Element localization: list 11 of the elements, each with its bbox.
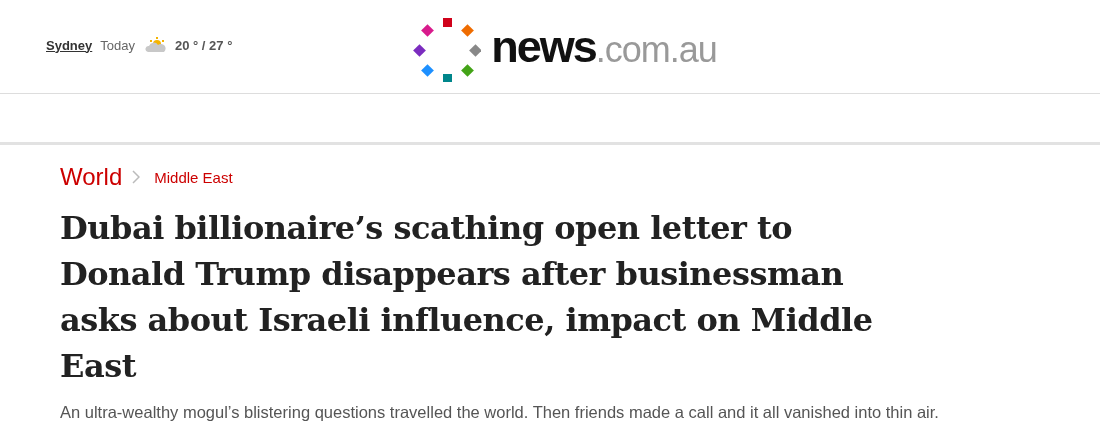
site-logo[interactable]: news.com.au bbox=[413, 11, 717, 82]
standfirst: An ultra-wealthy mogul’s blistering questions travelled the world. Then friends made a call and it all vanished into thin air. bbox=[60, 402, 940, 423]
breadcrumb-link[interactable]: Middle East bbox=[154, 168, 233, 186]
breadcrumb-link[interactable]: World bbox=[60, 163, 123, 191]
partly-cloudy-icon bbox=[144, 37, 167, 53]
headline: Dubai billionaire’s scathing open letter to Donald Trump disappears after businessman asks about Israeli influence, impact on Middle East bbox=[60, 208, 874, 387]
day-label: Today bbox=[100, 37, 135, 53]
chevron-right-icon bbox=[132, 170, 141, 184]
city-link[interactable]: Sydney bbox=[46, 37, 93, 53]
logo-wordmark: news.com.au bbox=[491, 24, 717, 69]
temperature: 20 ° / 27 ° bbox=[174, 37, 233, 53]
